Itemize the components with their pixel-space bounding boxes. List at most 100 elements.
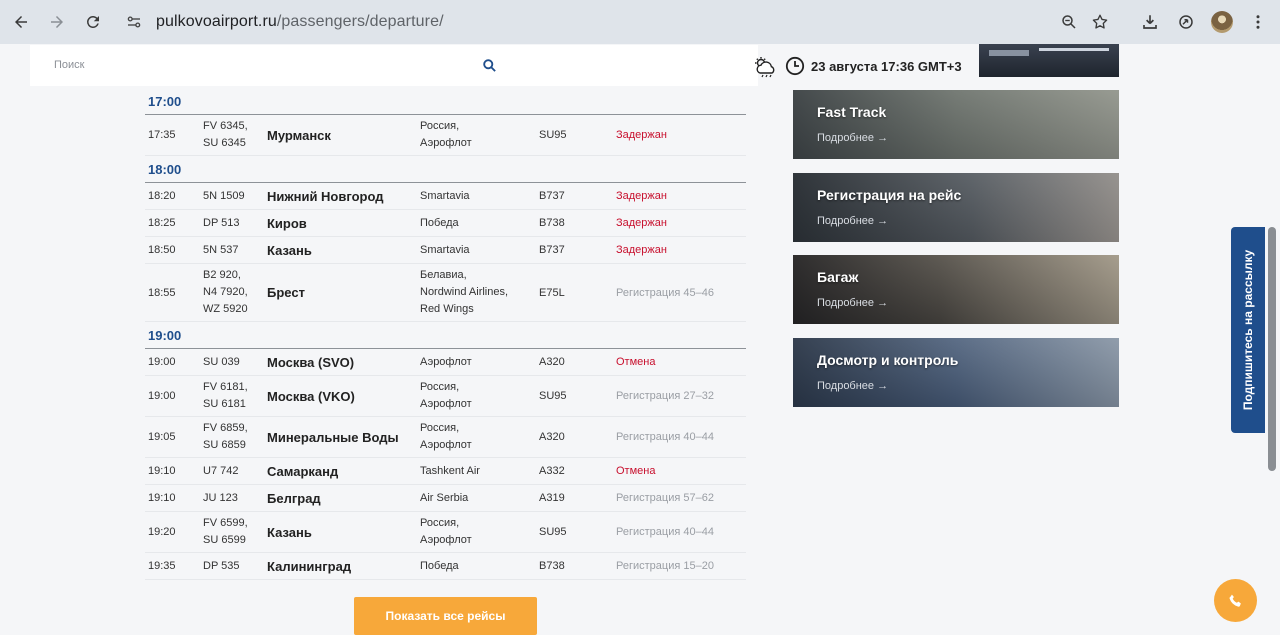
aircraft-type: SU95 bbox=[539, 129, 567, 141]
flight-number: FV 6599, bbox=[203, 517, 248, 529]
flight-status: Задержан bbox=[616, 217, 667, 229]
flight-number: DP 535 bbox=[203, 559, 240, 572]
card-baggage[interactable]: Багаж Подробнее → bbox=[793, 255, 1119, 324]
flight-numbers: B2 920, N4 7920, WZ 5920 bbox=[203, 267, 267, 318]
bookmark-button[interactable] bbox=[1082, 4, 1118, 40]
call-button[interactable] bbox=[1214, 579, 1257, 622]
reload-button[interactable] bbox=[75, 4, 111, 40]
flight-row[interactable]: 19:00 SU 039 Москва (SVO) Аэрофлот A320 Отмен… bbox=[145, 349, 746, 376]
card-more-link[interactable]: Подробнее → bbox=[817, 297, 888, 309]
flight-number: FV 6181, bbox=[203, 381, 248, 393]
departure-time: 18:55 bbox=[148, 286, 176, 299]
card-check-in[interactable]: Регистрация на рейс Подробнее → bbox=[793, 173, 1119, 242]
downloads-button[interactable] bbox=[1132, 4, 1168, 40]
flight-row[interactable]: 18:20 5N 1509 Нижний Новгород Smartavia B737… bbox=[145, 183, 746, 210]
forward-button[interactable] bbox=[39, 4, 75, 40]
url-path: /passengers/departure/ bbox=[276, 13, 444, 30]
subscribe-tab[interactable]: Подпишитесь на рассылку bbox=[1231, 227, 1265, 433]
airlines: Air Serbia bbox=[420, 490, 539, 507]
card-title: Досмотр и контроль bbox=[817, 352, 959, 368]
flight-status: Регистрация 45–46 bbox=[616, 286, 714, 299]
forward-icon bbox=[51, 16, 63, 28]
destination-city: Брест bbox=[267, 285, 305, 300]
destination-city: Казань bbox=[267, 242, 312, 258]
departure-time: 19:10 bbox=[148, 465, 176, 477]
search-input[interactable]: Поиск bbox=[54, 59, 84, 71]
departure-time: 19:00 bbox=[148, 390, 176, 402]
airlines: Smartavia bbox=[420, 188, 539, 205]
departure-time: 18:50 bbox=[148, 244, 176, 256]
flight-row[interactable]: 18:25 DP 513 Киров Победа B738 Задержан bbox=[145, 210, 746, 237]
flight-number: JU 123 bbox=[203, 491, 238, 504]
flight-row[interactable]: 18:50 5N 537 Казань Smartavia B737 Задержан bbox=[145, 237, 746, 264]
flight-row[interactable]: 19:00 FV 6181, SU 6181 Москва (VKO) Россия, А… bbox=[145, 376, 746, 417]
flight-number: N4 7920, bbox=[203, 286, 248, 298]
flight-status: Задержан bbox=[616, 244, 667, 256]
card-fast-track[interactable]: Fast Track Подробнее → bbox=[793, 90, 1119, 159]
destination-city: Мурманск bbox=[267, 127, 331, 143]
flight-row[interactable]: 19:20 FV 6599, SU 6599 Казань Россия, Аэрофло… bbox=[145, 512, 746, 553]
flight-row[interactable]: 19:10 JU 123 Белград Air Serbia A319 Регистра… bbox=[145, 485, 746, 512]
destination-city: Самарканд bbox=[267, 463, 339, 479]
aircraft-type: SU95 bbox=[539, 526, 567, 538]
flight-row[interactable]: 17:35 FV 6345, SU 6345 Мурманск Россия, Аэроф… bbox=[145, 115, 746, 156]
site-info-icon[interactable] bbox=[122, 10, 146, 34]
aircraft-type: A332 bbox=[539, 465, 565, 477]
address-bar[interactable]: pulkovoairport.ru/passengers/departure/ bbox=[122, 5, 1122, 39]
flight-numbers: JU 123 bbox=[203, 490, 267, 507]
flight-number: DP 513 bbox=[203, 216, 240, 229]
page-scrollbar[interactable] bbox=[1268, 227, 1276, 471]
destination-city: Казань bbox=[267, 524, 312, 540]
search-box[interactable]: Поиск bbox=[30, 45, 758, 86]
flight-numbers: SU 039 bbox=[203, 354, 267, 371]
card-more-link[interactable]: Подробнее → bbox=[817, 380, 888, 392]
card-more-link[interactable]: Подробнее → bbox=[817, 215, 888, 227]
zoom-icon bbox=[1062, 15, 1076, 29]
aircraft-type: B737 bbox=[539, 244, 565, 256]
aircraft-type: A320 bbox=[539, 356, 565, 368]
departure-time: 18:25 bbox=[148, 217, 176, 229]
airlines: Россия, Аэрофлот bbox=[420, 420, 539, 454]
aircraft-type: E75L bbox=[539, 286, 565, 299]
search-icon[interactable] bbox=[482, 58, 497, 73]
profile-avatar[interactable] bbox=[1211, 11, 1233, 33]
current-datetime: 23 августа 17:36 GMT+3 bbox=[811, 59, 962, 74]
airline-name: Smartavia bbox=[420, 189, 470, 202]
flight-status: Регистрация 40–44 bbox=[616, 526, 714, 538]
aircraft-type: B738 bbox=[539, 217, 565, 229]
airline-name: Red Wings bbox=[420, 303, 474, 315]
extension-button[interactable] bbox=[1168, 4, 1204, 40]
back-icon bbox=[15, 16, 27, 28]
reload-icon bbox=[87, 15, 99, 28]
flight-number: U7 742 bbox=[203, 464, 239, 477]
card-security-check[interactable]: Досмотр и контроль Подробнее → bbox=[793, 338, 1119, 407]
flight-status: Регистрация 40–44 bbox=[616, 431, 714, 443]
destination-city: Белград bbox=[267, 490, 321, 506]
departure-time: 18:20 bbox=[148, 190, 176, 202]
flight-number: FV 6859, bbox=[203, 422, 248, 434]
hour-header: 17:00 bbox=[145, 88, 746, 115]
aircraft-type: A319 bbox=[539, 492, 565, 504]
show-all-flights-button[interactable]: Показать все рейсы bbox=[354, 597, 537, 635]
flight-numbers: FV 6859, SU 6859 bbox=[203, 420, 267, 454]
departure-time: 17:35 bbox=[148, 129, 176, 141]
flight-number: SU 6181 bbox=[203, 398, 246, 410]
flight-row[interactable]: 19:35 DP 535 Калининград Победа B738 Регистра… bbox=[145, 553, 746, 580]
card-more-link[interactable]: Подробнее → bbox=[817, 132, 888, 144]
flight-status: Задержан bbox=[616, 190, 667, 202]
back-button[interactable] bbox=[3, 4, 39, 40]
flight-row[interactable]: 19:05 FV 6859, SU 6859 Минеральные Воды Росс… bbox=[145, 417, 746, 458]
airlines: Аэрофлот bbox=[420, 354, 539, 371]
airline-name: Победа bbox=[420, 559, 459, 572]
flight-row[interactable]: 19:10 U7 742 Самарканд Tashkent Air A332 Отме… bbox=[145, 458, 746, 485]
browser-menu-button[interactable] bbox=[1240, 4, 1276, 40]
departure-time: 19:00 bbox=[148, 356, 176, 368]
flight-row[interactable]: 18:55 B2 920, N4 7920, WZ 5920 Брест Белавиа,… bbox=[145, 264, 746, 322]
destination-city: Минеральные Воды bbox=[267, 429, 399, 445]
airline-name: Россия, bbox=[420, 120, 460, 132]
top-banner-image[interactable] bbox=[979, 44, 1119, 77]
flight-number: B2 920, bbox=[203, 269, 241, 281]
airline-name: Россия, bbox=[420, 422, 460, 434]
hour-header: 19:00 bbox=[145, 322, 746, 349]
airline-name: Россия, bbox=[420, 381, 460, 393]
